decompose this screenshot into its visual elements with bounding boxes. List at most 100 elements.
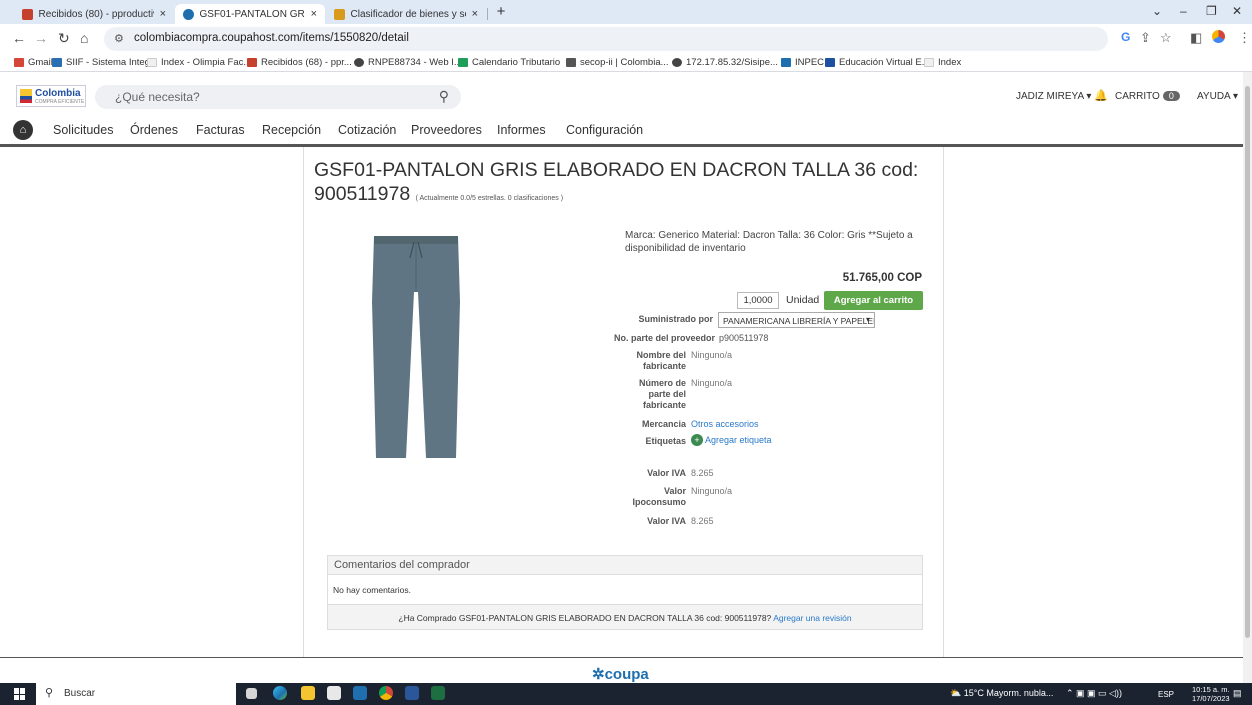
- cart-link[interactable]: CARRITO 0: [1115, 91, 1180, 102]
- bookmark-olimpia[interactable]: Index - Olimpia Fac...: [147, 57, 251, 68]
- forward-icon[interactable]: →: [34, 30, 48, 46]
- no-comments-text: No hay comentarios.: [333, 585, 411, 595]
- notifications-bell-icon[interactable]: 🔔: [1094, 89, 1108, 102]
- tab-search-icon[interactable]: ⌄: [1152, 4, 1162, 18]
- browser-tab-coupa[interactable]: GSF01-PANTALON GRIS ELABC ×: [175, 4, 325, 24]
- maximize-icon[interactable]: ❐: [1206, 4, 1217, 18]
- product-title: GSF01-PANTALON GRIS ELABORADO EN DACRON …: [314, 159, 919, 205]
- calendar-icon: [458, 58, 468, 67]
- close-window-icon[interactable]: ✕: [1232, 4, 1242, 18]
- globe-icon: [354, 58, 364, 67]
- browser-tab-clasificador-proper[interactable]: Clasificador de bienes y servicio ×: [326, 4, 486, 24]
- product-price: 51.765,00 COP: [842, 272, 922, 284]
- nav-proveedores[interactable]: Proveedores: [411, 123, 482, 137]
- commodity-label: Mercancia: [641, 419, 686, 429]
- tab-separator: [487, 8, 488, 20]
- user-menu[interactable]: JADIZ MIREYA ▾: [1016, 91, 1091, 102]
- tab-label: Recibidos (80) - pproductivos.e: [38, 8, 154, 20]
- bookmark-calendario[interactable]: Calendario Tributario: [458, 57, 560, 68]
- minimize-icon[interactable]: –: [1180, 4, 1187, 18]
- add-to-cart-button[interactable]: Agregar al carrito: [824, 291, 923, 310]
- sidepanel-icon[interactable]: ◧: [1190, 30, 1202, 46]
- new-tab-button[interactable]: +: [493, 4, 509, 20]
- document-icon: [924, 58, 934, 67]
- taskbar-search-input[interactable]: ⚲ Buscar: [36, 683, 236, 705]
- add-review-link[interactable]: Agregar una revisión: [773, 613, 851, 623]
- close-tab-icon[interactable]: ×: [305, 8, 317, 20]
- edge-icon[interactable]: [273, 686, 287, 700]
- word-icon[interactable]: [405, 686, 419, 700]
- cart-count-badge: 0: [1162, 91, 1180, 101]
- supplied-by-label: Suministrado por: [638, 314, 713, 324]
- nav-configuracion[interactable]: Configuración: [566, 123, 643, 137]
- bookmark-gmail[interactable]: Gmail: [14, 57, 53, 68]
- clock[interactable]: 10:15 a. m. 17/07/2023: [1192, 685, 1230, 703]
- browser-menu-icon[interactable]: ⋮: [1238, 30, 1251, 46]
- commodity-link[interactable]: Otros accesorios: [691, 419, 759, 430]
- bookmark-educacion[interactable]: Educación Virtual E...: [825, 57, 930, 68]
- url-field[interactable]: ⚙ colombiacompra.coupahost.com/items/155…: [104, 27, 1108, 51]
- home-icon[interactable]: ⌂: [13, 120, 33, 140]
- add-tag-link[interactable]: + Agregar etiqueta: [691, 434, 772, 446]
- supplier-select[interactable]: PANAMERICANA LIBRERÍA Y PAPELERÍA ▾: [718, 312, 875, 328]
- nav-cotizacion[interactable]: Cotización: [338, 123, 396, 137]
- iva-value: 8.265: [691, 468, 714, 478]
- bookmark-index[interactable]: Index: [924, 57, 961, 68]
- weather-icon: ⛅: [950, 688, 962, 698]
- mfr-part-label: Número de parte del fabricante: [638, 378, 686, 410]
- waistband: [374, 236, 458, 244]
- reload-icon[interactable]: ↻: [58, 30, 70, 47]
- scrollbar-thumb[interactable]: [1245, 86, 1250, 638]
- tray-icons[interactable]: ⌃ ▣ ▣ ▭ ◁)): [1066, 688, 1122, 699]
- language-indicator[interactable]: ESP: [1158, 690, 1174, 699]
- tag-add-icon: +: [691, 434, 703, 446]
- chrome-icon[interactable]: [379, 686, 393, 700]
- windows-start-icon[interactable]: [14, 688, 26, 700]
- nav-informes[interactable]: Informes: [497, 123, 546, 137]
- colombia-compra-logo[interactable]: Colombia COMPRA EFICIENTE: [16, 85, 86, 107]
- file-explorer-icon[interactable]: [301, 686, 315, 700]
- tab-label: GSF01-PANTALON GRIS ELABC: [199, 8, 305, 20]
- logo-text: Colombia: [35, 88, 81, 99]
- review-prompt: ¿Ha Comprado GSF01-PANTALON GRIS ELABORA…: [328, 604, 922, 629]
- close-tab-icon[interactable]: ×: [154, 8, 166, 20]
- google-icon[interactable]: G: [1121, 30, 1130, 44]
- product-rating[interactable]: ( Actualmente 0.0/5 estrellas. 0 clasifi…: [416, 195, 563, 202]
- ipoconsumo-value: Ninguno/a: [691, 486, 733, 496]
- bookmark-siif[interactable]: SIIF - Sistema Integ...: [52, 57, 158, 68]
- nav-ordenes[interactable]: Órdenes: [130, 123, 178, 137]
- coupa-logo: ✲coupa: [592, 666, 649, 683]
- excel-icon[interactable]: [431, 686, 445, 700]
- task-view-icon[interactable]: [246, 688, 257, 699]
- bookmark-recibidos[interactable]: Recibidos (68) - ppr...: [247, 57, 352, 68]
- notification-center-icon[interactable]: ▤: [1233, 688, 1242, 699]
- nav-solicitudes[interactable]: Solicitudes: [53, 123, 113, 137]
- home-browser-icon[interactable]: ⌂: [80, 30, 88, 46]
- chevron-down-icon: ▾: [865, 315, 870, 324]
- site-info-icon[interactable]: ⚙: [114, 32, 124, 45]
- nav-recepcion[interactable]: Recepción: [262, 123, 321, 137]
- weather-widget[interactable]: ⛅ 15°C Mayorm. nubla...: [950, 688, 1053, 699]
- unit-label: Unidad: [786, 294, 820, 306]
- bookmark-secop[interactable]: secop-ii | Colombia...: [566, 57, 669, 68]
- bookmark-inpec[interactable]: INPEC: [781, 57, 824, 68]
- close-tab-icon[interactable]: ×: [466, 8, 478, 20]
- help-menu[interactable]: AYUDA ▾: [1197, 91, 1238, 102]
- gmail-icon: [22, 8, 33, 20]
- quantity-input[interactable]: 1,0000: [737, 292, 779, 309]
- bookmark-rnpe[interactable]: RNPE88734 - Web I...: [354, 57, 462, 68]
- calendar-app-icon[interactable]: [327, 686, 341, 700]
- iva-label: Valor IVA: [647, 468, 686, 478]
- product-description: Marca: Generico Material: Dacron Talla: …: [625, 230, 913, 254]
- nav-facturas[interactable]: Facturas: [196, 123, 245, 137]
- search-input[interactable]: ¿Qué necesita? ⚲: [95, 85, 461, 109]
- document-icon: [147, 58, 157, 67]
- mail-app-icon[interactable]: [353, 686, 367, 700]
- bookmark-sisipec[interactable]: 172.17.85.32/Sisipe...: [672, 57, 778, 68]
- profile-avatar[interactable]: [1212, 30, 1225, 43]
- bookmark-star-icon[interactable]: ☆: [1160, 30, 1172, 46]
- back-icon[interactable]: ←: [12, 30, 26, 46]
- browser-tab-gmail[interactable]: Recibidos (80) - pproductivos.e ×: [14, 4, 174, 24]
- share-icon[interactable]: ⇪: [1140, 30, 1151, 46]
- search-icon[interactable]: ⚲: [439, 88, 449, 105]
